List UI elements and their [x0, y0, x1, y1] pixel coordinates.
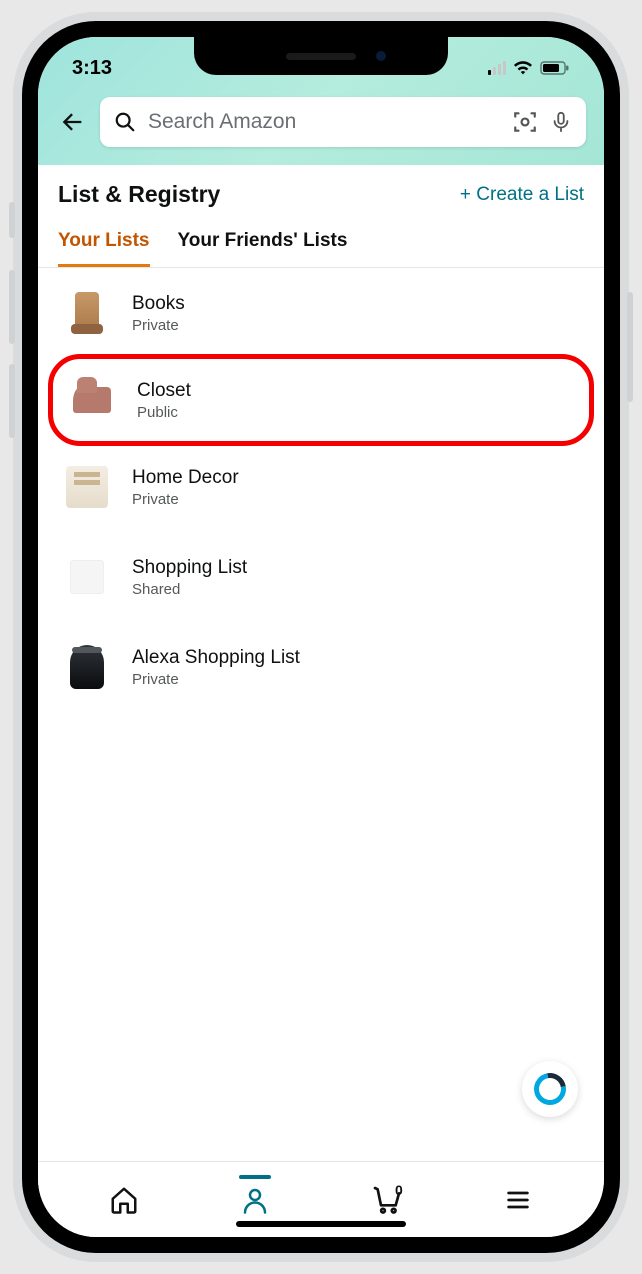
list-item[interactable]: Shopping List Shared: [38, 532, 604, 622]
list-visibility: Shared: [132, 581, 247, 598]
search-input[interactable]: [148, 110, 500, 134]
phone-frame: 3:13: [13, 12, 629, 1262]
volume-down-button: [9, 364, 15, 438]
list-visibility: Public: [137, 404, 191, 421]
nav-cart[interactable]: 0: [365, 1178, 409, 1222]
list-item[interactable]: Alexa Shopping List Private: [38, 622, 604, 712]
alexa-icon: [528, 1067, 573, 1112]
search-box[interactable]: [100, 97, 586, 147]
list-item[interactable]: Closet Public: [48, 354, 594, 446]
home-indicator[interactable]: [236, 1221, 406, 1227]
list-thumb-icon: [69, 377, 115, 423]
list-thumb-icon: [64, 290, 110, 336]
list-name: Shopping List: [132, 557, 247, 579]
tab-friends-lists[interactable]: Your Friends' Lists: [178, 230, 348, 267]
lists-container: Books Private Closet Public Home Decor: [38, 268, 604, 1161]
search-icon: [114, 111, 136, 133]
list-name: Home Decor: [132, 467, 239, 489]
tab-your-lists[interactable]: Your Lists: [58, 230, 150, 267]
list-visibility: Private: [132, 671, 300, 688]
list-item[interactable]: Books Private: [38, 268, 604, 358]
cart-count: 0: [395, 1182, 403, 1198]
mute-switch: [9, 202, 15, 238]
list-name: Closet: [137, 380, 191, 402]
notch: [194, 37, 448, 75]
list-name: Alexa Shopping List: [132, 647, 300, 669]
back-button[interactable]: [56, 106, 88, 138]
list-thumb-icon: [64, 464, 110, 510]
list-visibility: Private: [132, 317, 185, 334]
microphone-icon[interactable]: [550, 110, 572, 134]
list-name: Books: [132, 293, 185, 315]
nav-home[interactable]: [102, 1178, 146, 1222]
alexa-button[interactable]: [522, 1061, 578, 1117]
list-item[interactable]: Home Decor Private: [38, 442, 604, 532]
wifi-icon: [513, 61, 533, 75]
create-list-link[interactable]: + Create a List: [460, 184, 584, 206]
power-button: [627, 292, 633, 402]
tabs: Your Lists Your Friends' Lists: [38, 216, 604, 268]
cellular-icon: [488, 61, 506, 75]
list-visibility: Private: [132, 491, 239, 508]
volume-up-button: [9, 270, 15, 344]
nav-profile[interactable]: [233, 1178, 277, 1222]
status-time: 3:13: [72, 57, 112, 80]
list-thumb-icon: [64, 554, 110, 600]
list-thumb-icon: [64, 644, 110, 690]
nav-menu[interactable]: [496, 1178, 540, 1222]
battery-icon: [540, 61, 570, 75]
camera-scan-icon[interactable]: [512, 109, 538, 135]
page-title: List & Registry: [58, 181, 220, 208]
